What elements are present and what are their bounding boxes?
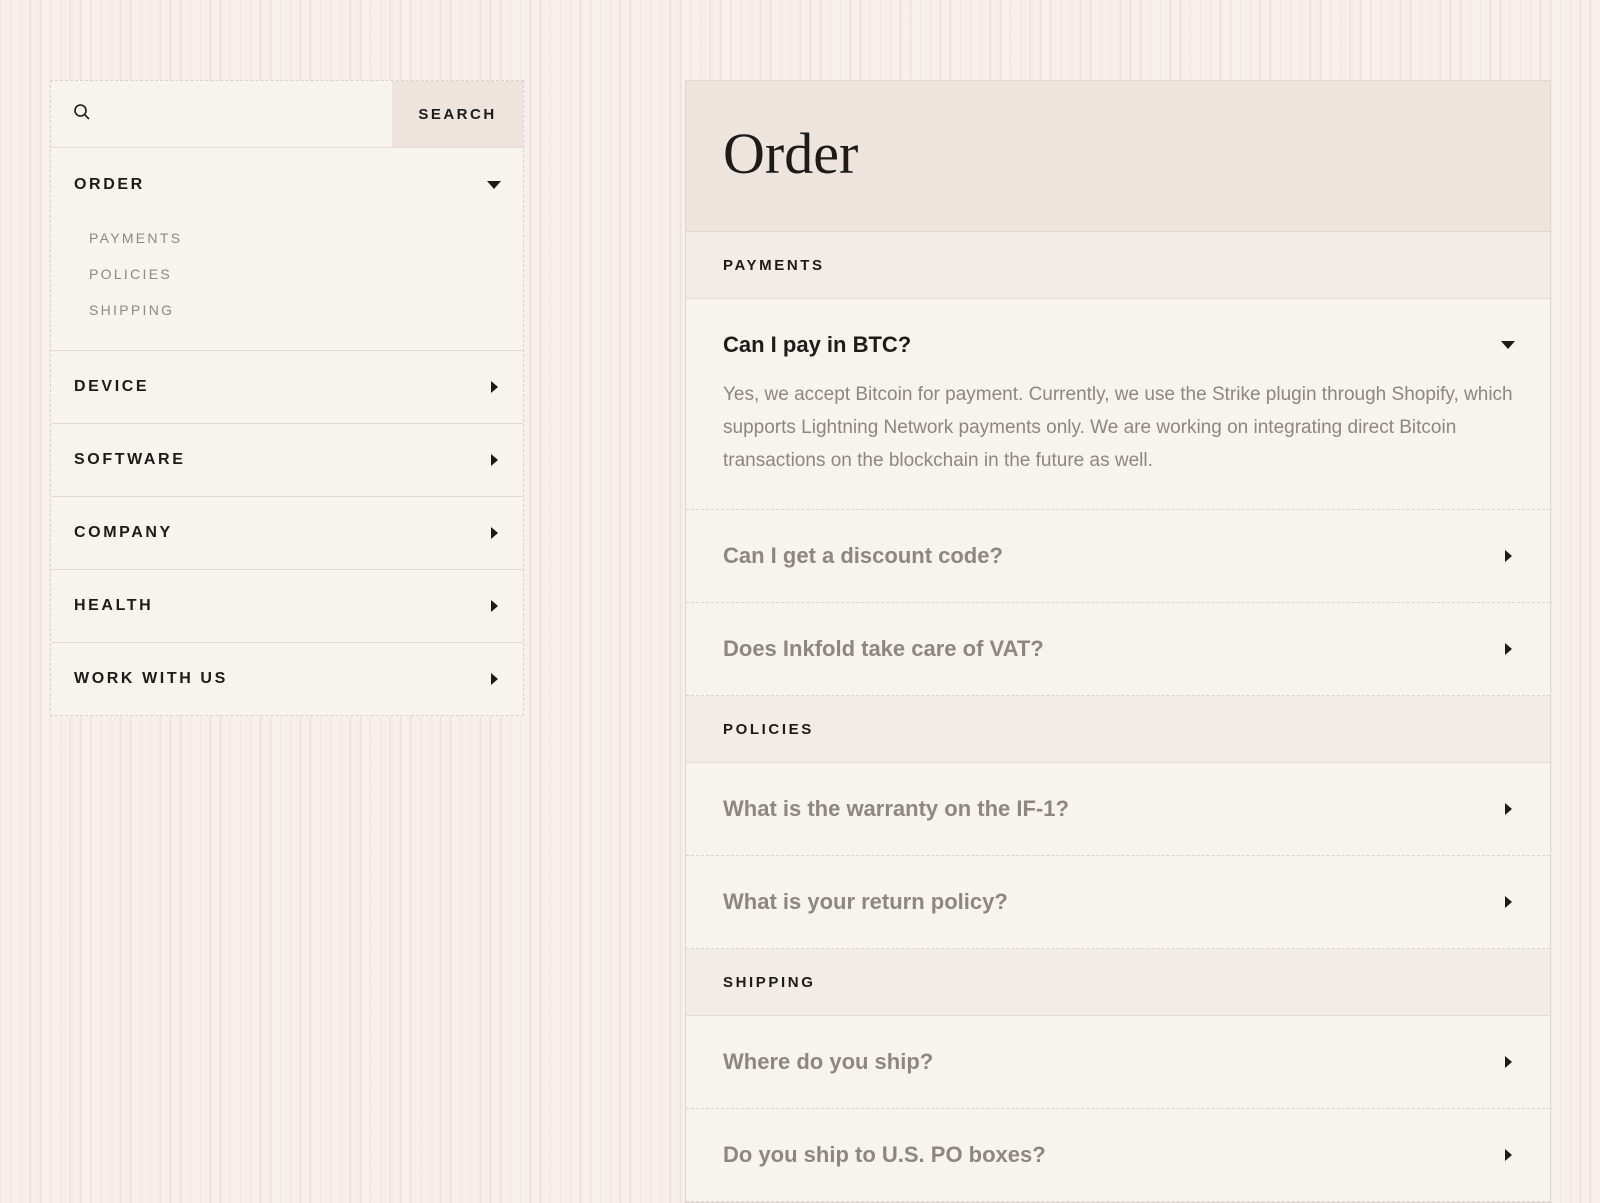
faq-panel: Order PAYMENTS Can I pay in BTC? Yes, we… (685, 80, 1551, 1203)
sidebar-category-label: DEVICE (74, 378, 150, 395)
sidebar-subitem-policies[interactable]: POLICIES (89, 256, 523, 292)
faq-question: Where do you ship? (723, 1049, 934, 1074)
caret-down-icon (1501, 341, 1515, 349)
sidebar-subitem-payments[interactable]: PAYMENTS (89, 220, 523, 256)
page-title: Order (723, 121, 859, 186)
sidebar-category-order: ORDER PAYMENTS POLICIES SHIPPING (51, 148, 523, 351)
caret-right-icon (491, 454, 498, 466)
sidebar-category-label: WORK WITH US (74, 670, 228, 687)
caret-right-icon (491, 673, 498, 685)
caret-right-icon (1505, 1149, 1512, 1161)
faq-question-row: Can I pay in BTC? (686, 299, 1550, 358)
caret-right-icon (1505, 550, 1512, 562)
search-field[interactable] (51, 81, 392, 147)
faq-question-row: Can I get a discount code? (686, 510, 1550, 602)
faq-item[interactable]: Can I get a discount code? (686, 510, 1550, 603)
caret-right-icon (1505, 1056, 1512, 1068)
sidebar-category-label: SOFTWARE (74, 451, 186, 468)
sidebar-category-company-toggle[interactable]: COMPANY (51, 497, 523, 569)
section-header-payments: PAYMENTS (686, 232, 1550, 299)
search-icon (73, 103, 91, 126)
sidebar-category-software-toggle[interactable]: SOFTWARE (51, 424, 523, 496)
section-label: POLICIES (723, 720, 814, 738)
sidebar: SEARCH ORDER PAYMENTS POLICIES SHIPPING … (50, 80, 524, 716)
faq-question: Does Inkfold take care of VAT? (723, 636, 1044, 661)
sidebar-category-work-with-us-toggle[interactable]: WORK WITH US (51, 643, 523, 715)
faq-question-row: Do you ship to U.S. PO boxes? (686, 1109, 1550, 1201)
faq-question-row: Where do you ship? (686, 1016, 1550, 1108)
section-header-shipping: SHIPPING (686, 949, 1550, 1016)
faq-item[interactable]: What is your return policy? (686, 856, 1550, 949)
faq-item[interactable]: Does Inkfold take care of VAT? (686, 603, 1550, 696)
section-label: SHIPPING (723, 973, 816, 991)
caret-down-icon (487, 181, 501, 189)
faq-item[interactable]: Do you ship to U.S. PO boxes? (686, 1109, 1550, 1202)
section-header-policies: POLICIES (686, 696, 1550, 763)
sidebar-category-order-toggle[interactable]: ORDER (51, 148, 523, 222)
sidebar-category-company: COMPANY (51, 497, 523, 570)
sidebar-subitem-shipping[interactable]: SHIPPING (89, 292, 523, 328)
sidebar-category-software: SOFTWARE (51, 424, 523, 497)
search-button[interactable]: SEARCH (392, 81, 523, 147)
caret-right-icon (1505, 803, 1512, 815)
faq-question-row: What is your return policy? (686, 856, 1550, 948)
search-bar: SEARCH (51, 81, 523, 148)
caret-right-icon (1505, 896, 1512, 908)
sidebar-category-health-toggle[interactable]: HEALTH (51, 570, 523, 642)
page-header: Order (686, 81, 1550, 232)
search-input[interactable] (99, 104, 392, 124)
caret-right-icon (491, 381, 498, 393)
faq-question: Can I get a discount code? (723, 543, 1003, 568)
faq-question: Can I pay in BTC? (723, 332, 912, 357)
sidebar-category-device: DEVICE (51, 351, 523, 424)
caret-right-icon (491, 527, 498, 539)
sidebar-subitems: PAYMENTS POLICIES SHIPPING (51, 220, 523, 350)
faq-item[interactable]: Where do you ship? (686, 1016, 1550, 1109)
faq-item[interactable]: What is the warranty on the IF-1? (686, 763, 1550, 856)
sidebar-category-label: HEALTH (74, 597, 154, 614)
faq-question: What is the warranty on the IF-1? (723, 796, 1069, 821)
caret-right-icon (491, 600, 498, 612)
faq-answer: Yes, we accept Bitcoin for payment. Curr… (723, 384, 1513, 471)
faq-question-row: Does Inkfold take care of VAT? (686, 603, 1550, 695)
sidebar-category-work-with-us: WORK WITH US (51, 643, 523, 715)
faq-question: Do you ship to U.S. PO boxes? (723, 1142, 1046, 1167)
faq-item[interactable]: Can I pay in BTC? Yes, we accept Bitcoin… (686, 299, 1550, 510)
faq-question-row: What is the warranty on the IF-1? (686, 763, 1550, 855)
sidebar-category-label: COMPANY (74, 524, 173, 541)
sidebar-category-label: ORDER (74, 176, 145, 193)
sidebar-category-health: HEALTH (51, 570, 523, 643)
sidebar-category-device-toggle[interactable]: DEVICE (51, 351, 523, 423)
caret-right-icon (1505, 643, 1512, 655)
faq-question: What is your return policy? (723, 889, 1008, 914)
section-label: PAYMENTS (723, 256, 825, 274)
